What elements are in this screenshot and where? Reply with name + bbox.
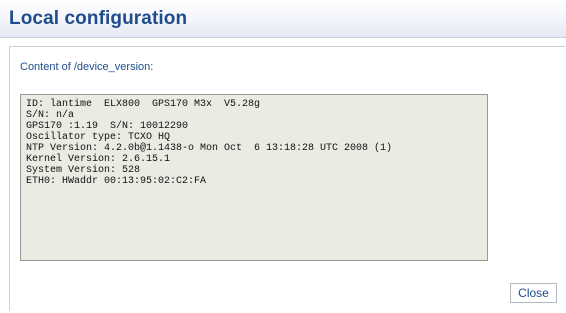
output-line: ETH0: HWaddr 00:13:95:02:C2:FA	[26, 176, 207, 187]
content-panel: Content of /device_version: ID: lantime …	[9, 46, 565, 311]
output-line: ID: lantime ELX800 GPS170 M3x V5.28g	[26, 99, 261, 110]
output-line: NTP Version: 4.2.0b@1.1438-o Mon Oct 6 1…	[26, 143, 393, 154]
output-line: System Version: 528	[26, 165, 141, 176]
page-title: Local configuration	[9, 8, 188, 29]
output-line: Oscillator type: TCXO HQ	[26, 132, 171, 143]
close-button[interactable]: Close	[510, 283, 557, 303]
output-line: S/N: n/a	[26, 110, 75, 121]
local-configuration-window: Local configuration Content of /device_v…	[0, 0, 566, 313]
title-bar: Local configuration	[0, 0, 566, 38]
output-line: GPS170 :1.19 S/N: 10012290	[26, 121, 189, 132]
device-version-output: ID: lantime ELX800 GPS170 M3x V5.28g S/N…	[20, 94, 488, 261]
output-line: Kernel Version: 2.6.15.1	[26, 154, 171, 165]
content-label: Content of /device_version:	[20, 61, 154, 73]
